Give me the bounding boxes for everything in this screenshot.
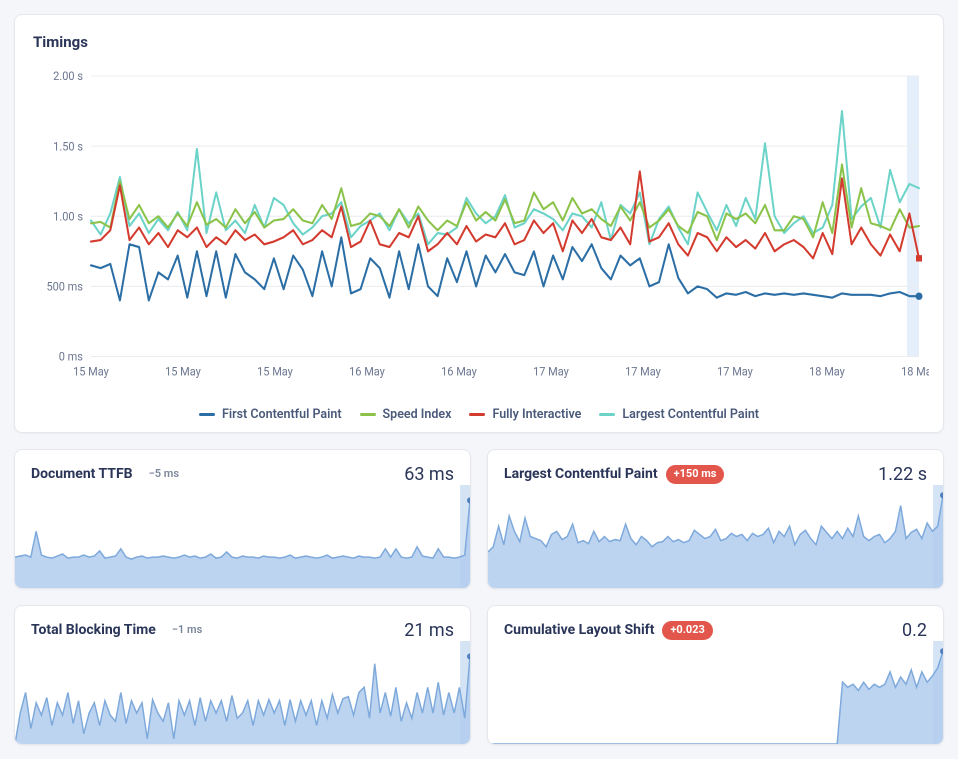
svg-text:16 May: 16 May — [441, 364, 477, 378]
svg-text:18 May: 18 May — [809, 364, 845, 378]
timings-chart[interactable]: 0 ms 500 ms 1.00 s 1.50 s 2.00 s 15 May 15 May… — [29, 59, 929, 399]
delta-badge: −1 ms — [164, 621, 210, 639]
spark-value: 1.22 s — [878, 464, 927, 485]
svg-text:16 May: 16 May — [349, 364, 385, 378]
spark-header: Cumulative Layout Shift +0.023 0.2 — [488, 606, 943, 641]
spark-title: Largest Contentful Paint — [504, 466, 658, 482]
swatch-icon — [360, 413, 376, 416]
svg-text:15 May: 15 May — [257, 364, 293, 378]
swatch-icon — [199, 413, 215, 416]
legend-item-fi[interactable]: Fully Interactive — [469, 407, 581, 422]
spark-value: 21 ms — [404, 620, 454, 641]
spark-card-cls[interactable]: Cumulative Layout Shift +0.023 0.2 — [487, 605, 944, 745]
swatch-icon — [599, 413, 615, 416]
legend-label: Speed Index — [383, 407, 452, 422]
spark-header: Largest Contentful Paint +150 ms 1.22 s — [488, 450, 943, 485]
delta-badge: −5 ms — [141, 465, 187, 483]
spark-title: Cumulative Layout Shift — [504, 622, 654, 638]
svg-text:500 ms: 500 ms — [46, 279, 83, 293]
legend-item-lcp[interactable]: Largest Contentful Paint — [599, 407, 759, 422]
svg-text:2.00 s: 2.00 s — [53, 69, 83, 83]
delta-badge: +0.023 — [662, 621, 712, 639]
sparkline-ttfb — [15, 485, 470, 588]
swatch-icon — [469, 413, 485, 416]
spark-header: Document TTFB −5 ms 63 ms — [15, 450, 470, 485]
spark-value: 0.2 — [902, 620, 927, 641]
svg-text:1.50 s: 1.50 s — [53, 139, 83, 153]
spark-card-tbt[interactable]: Total Blocking Time −1 ms 21 ms — [14, 605, 471, 745]
svg-text:15 May: 15 May — [165, 364, 201, 378]
sparkline-lcp — [488, 485, 943, 588]
delta-badge: +150 ms — [666, 465, 725, 483]
spark-value: 63 ms — [404, 464, 454, 485]
svg-text:1.00 s: 1.00 s — [53, 209, 83, 223]
sparkline-cls — [488, 641, 943, 744]
svg-text:17 May: 17 May — [625, 364, 661, 378]
svg-text:18 May: 18 May — [901, 364, 929, 378]
spark-card-lcp[interactable]: Largest Contentful Paint +150 ms 1.22 s — [487, 449, 944, 589]
timings-legend: First Contentful Paint Speed Index Fully… — [29, 407, 929, 422]
svg-text:15 May: 15 May — [73, 364, 109, 378]
legend-item-fcp[interactable]: First Contentful Paint — [199, 407, 342, 422]
svg-text:17 May: 17 May — [717, 364, 753, 378]
legend-label: Fully Interactive — [492, 407, 581, 422]
svg-text:17 May: 17 May — [533, 364, 569, 378]
spark-title: Total Blocking Time — [31, 622, 156, 638]
timings-chart-card: Timings 0 ms 500 ms 1.00 s 1.50 s 2.00 s 15 M… — [14, 14, 944, 433]
legend-label: Largest Contentful Paint — [622, 407, 759, 422]
spark-title: Document TTFB — [31, 466, 133, 482]
spark-card-ttfb[interactable]: Document TTFB −5 ms 63 ms — [14, 449, 471, 589]
sparkline-tbt — [15, 641, 470, 744]
timings-title: Timings — [33, 33, 929, 51]
spark-grid: Document TTFB −5 ms 63 ms Largest Conten… — [14, 449, 944, 745]
legend-label: First Contentful Paint — [222, 407, 342, 422]
svg-text:0 ms: 0 ms — [59, 349, 83, 363]
legend-item-si[interactable]: Speed Index — [360, 407, 452, 422]
spark-header: Total Blocking Time −1 ms 21 ms — [15, 606, 470, 641]
